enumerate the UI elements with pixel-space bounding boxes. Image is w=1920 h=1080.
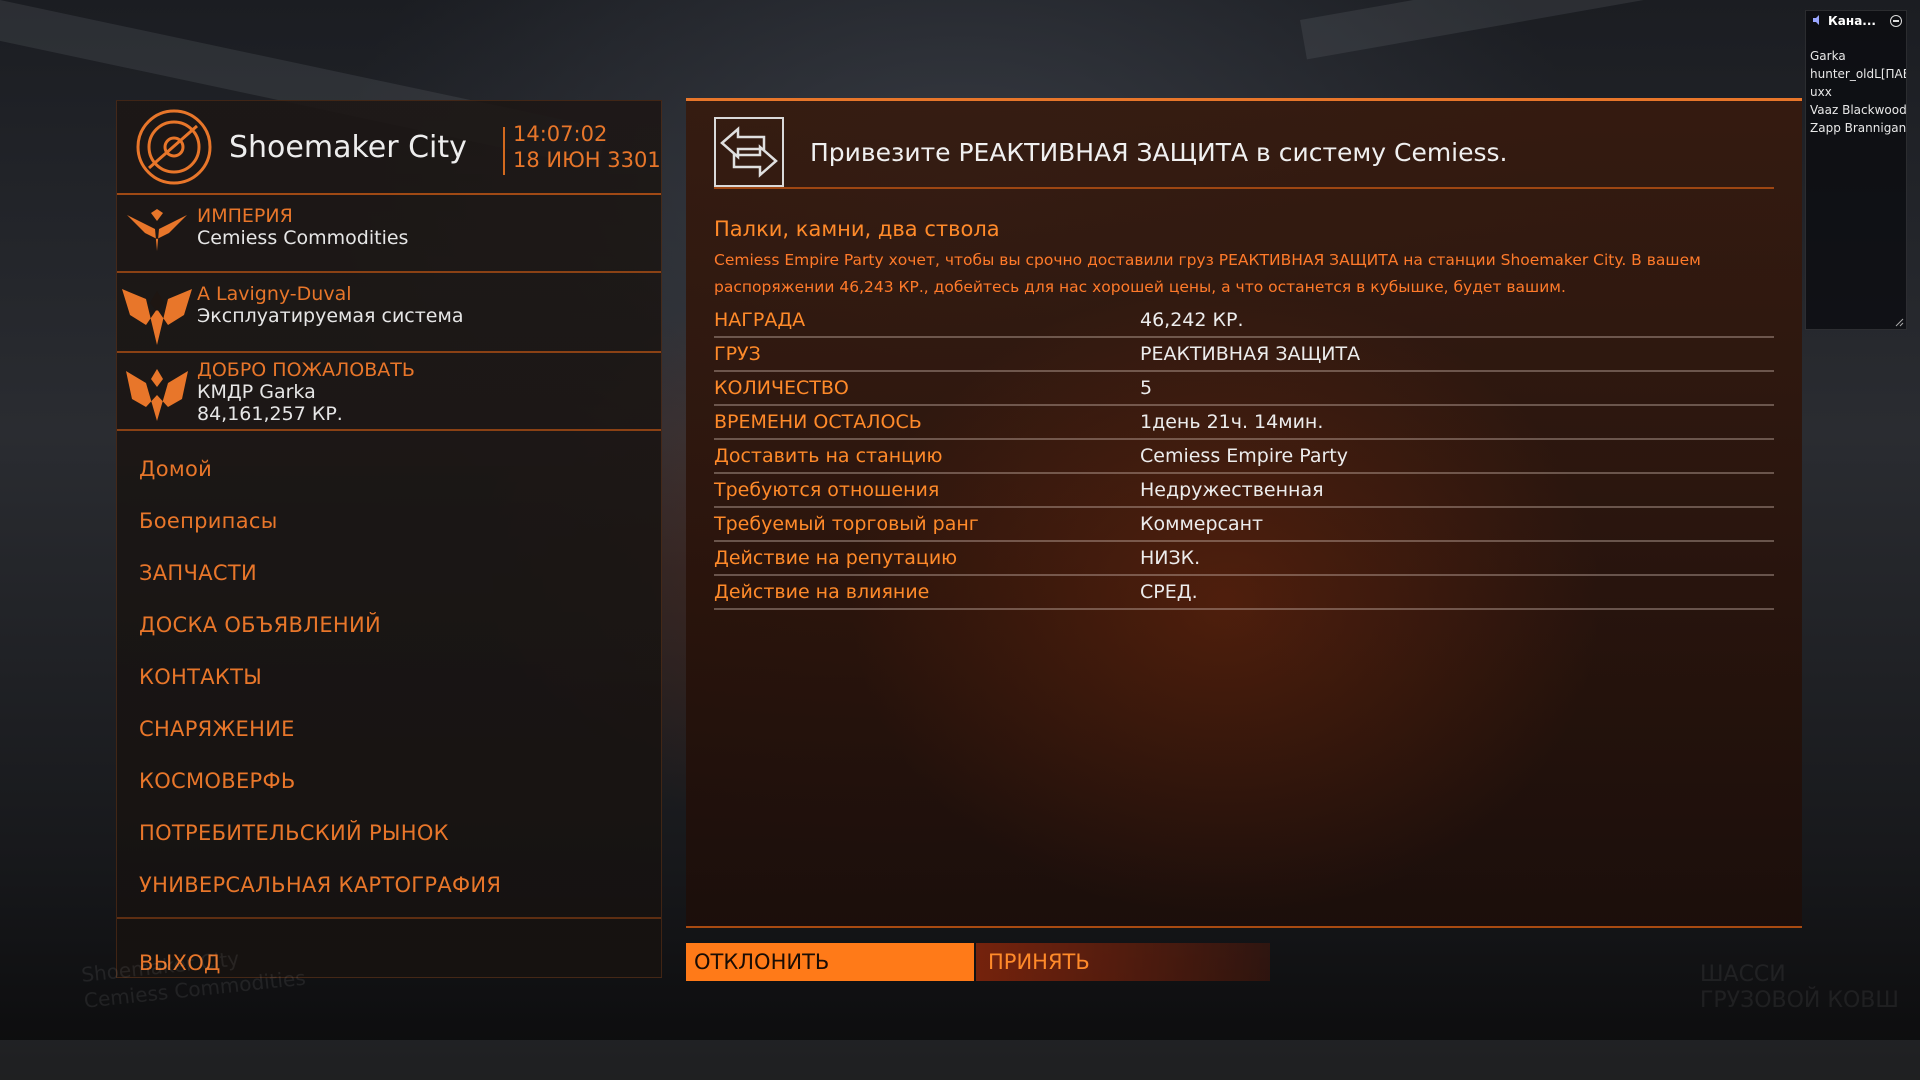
- nav-item-ammo[interactable]: Боеприпасы: [117, 495, 661, 547]
- detail-label: Действие на репутацию: [714, 547, 958, 569]
- credits-balance: 84,161,257 КР.: [197, 403, 343, 425]
- station-services-panel: Shoemaker City 14:07:02 18 ИЮН 3301 ИМПЕ…: [116, 100, 662, 978]
- detail-value: 5: [1140, 377, 1153, 399]
- detail-row-quantity: КОЛИЧЕСТВО 5: [714, 372, 1774, 406]
- detail-value: РЕАКТИВНАЯ ЗАЩИТА: [1140, 343, 1361, 365]
- commander-name: КМДР Garka: [197, 381, 316, 403]
- clock: 14:07:02 18 ИЮН 3301: [513, 121, 661, 173]
- delivery-arrows-icon: [714, 117, 784, 187]
- detail-label: ГРУЗ: [714, 343, 761, 365]
- clock-date: 18 ИЮН 3301: [513, 148, 661, 172]
- detail-row-trade-rank: Требуемый торговый ранг Коммерсант: [714, 508, 1774, 542]
- chat-user[interactable]: Zapp Brannigan|: [1810, 119, 1906, 137]
- nav-item-outfitting[interactable]: СНАРЯЖЕНИЕ: [117, 703, 661, 755]
- detail-value: СРЕД.: [1140, 581, 1198, 603]
- chat-user-list: Garka hunter_oldL[ПАЕ uxx Vaaz Blackwood…: [1806, 31, 1906, 137]
- chat-user[interactable]: Garka: [1810, 47, 1906, 65]
- mission-title: Привезите РЕАКТИВНАЯ ЗАЩИТА в систему Ce…: [810, 137, 1508, 167]
- nav-divider: [117, 917, 661, 919]
- background-strut: [0, 1040, 1920, 1080]
- minimize-icon[interactable]: [1890, 15, 1902, 27]
- detail-value: 1день 21ч. 14мин.: [1140, 411, 1324, 433]
- mission-panel: Привезите РЕАКТИВНАЯ ЗАЩИТА в систему Ce…: [686, 98, 1802, 928]
- mission-header: Привезите РЕАКТИВНАЯ ЗАЩИТА в систему Ce…: [714, 117, 1774, 189]
- detail-row-reward: НАГРАДА 46,242 КР.: [714, 304, 1774, 338]
- nav-item-cartographics[interactable]: УНИВЕРСАЛЬНАЯ КАРТОГРАФИЯ: [117, 859, 661, 911]
- chat-title: Кана...: [1828, 14, 1876, 28]
- hud-landing-gear: ШАССИ: [1700, 962, 1786, 987]
- rank-emblem-icon: [117, 353, 197, 423]
- services-menu: Домой Боеприпасы ЗАПЧАСТИ ДОСКА ОБЪЯВЛЕН…: [117, 431, 661, 989]
- decline-button[interactable]: ОТКЛОНИТЬ: [686, 943, 974, 981]
- detail-label: Требуются отношения: [714, 479, 940, 501]
- station-name: Shoemaker City: [229, 129, 467, 165]
- background-hud-status: ШАССИ ГРУЗОВОЙ КОВШ: [1700, 962, 1899, 1014]
- detail-row-influence-effect: Действие на влияние СРЕД.: [714, 576, 1774, 610]
- detail-value: НИЗК.: [1140, 547, 1201, 569]
- nav-item-repairs[interactable]: ЗАПЧАСТИ: [117, 547, 661, 599]
- detail-row-reputation-effect: Действие на репутацию НИЗК.: [714, 542, 1774, 576]
- chat-panel: Кана... Garka hunter_oldL[ПАЕ uxx Vaaz B…: [1805, 10, 1907, 330]
- nav-item-contacts[interactable]: КОНТАКТЫ: [117, 651, 661, 703]
- detail-label: ВРЕМЕНИ ОСТАЛОСЬ: [714, 411, 922, 433]
- detail-label: НАГРАДА: [714, 309, 806, 331]
- detail-row-time-left: ВРЕМЕНИ ОСТАЛОСЬ 1день 21ч. 14мин.: [714, 406, 1774, 440]
- nav-item-home[interactable]: Домой: [117, 443, 661, 495]
- action-divider: [686, 926, 1802, 928]
- empire-emblem-icon: [117, 195, 197, 253]
- hud-cargo-scoop: ГРУЗОВОЙ КОВШ: [1700, 988, 1899, 1013]
- welcome-greeting: ДОБРО ПОЖАЛОВАТЬ: [197, 359, 415, 381]
- detail-row-cargo: ГРУЗ РЕАКТИВНАЯ ЗАЩИТА: [714, 338, 1774, 372]
- system-state: Эксплуатируемая система: [197, 305, 464, 327]
- station-emblem-icon: [135, 108, 213, 186]
- empire-wings-icon: [117, 273, 197, 347]
- station-header: Shoemaker City 14:07:02 18 ИЮН 3301: [117, 101, 661, 195]
- chat-user[interactable]: hunter_oldL[ПАЕ: [1810, 65, 1906, 83]
- clock-time: 14:07:02: [513, 122, 608, 146]
- chat-user[interactable]: uxx: [1810, 83, 1906, 101]
- detail-value: Cemiess Empire Party: [1140, 445, 1348, 467]
- detail-row-destination: Доставить на станцию Cemiess Empire Part…: [714, 440, 1774, 474]
- mission-details: НАГРАДА 46,242 КР. ГРУЗ РЕАКТИВНАЯ ЗАЩИТ…: [714, 304, 1774, 610]
- detail-label: Доставить на станцию: [714, 445, 943, 467]
- accept-button[interactable]: ПРИНЯТЬ: [976, 943, 1270, 981]
- system-info: A Lavigny-Duval Эксплуатируемая система: [117, 273, 661, 353]
- faction-name: Cemiess Commodities: [197, 227, 409, 249]
- mission-subtitle: Палки, камни, два ствола: [714, 217, 1000, 241]
- background-hud-station: Shoemaker City Cemiess Commodities: [80, 939, 307, 1014]
- system-owner: A Lavigny-Duval: [197, 283, 352, 305]
- nav-item-commodity-market[interactable]: ПОТРЕБИТЕЛЬСКИЙ РЫНОК: [117, 807, 661, 859]
- detail-value: Недружественная: [1140, 479, 1324, 501]
- detail-row-required-standing: Требуются отношения Недружественная: [714, 474, 1774, 508]
- chat-user[interactable]: Vaaz Blackwood: [1810, 101, 1906, 119]
- nav-item-bulletin-board[interactable]: ДОСКА ОБЪЯВЛЕНИЙ: [117, 599, 661, 651]
- detail-label: КОЛИЧЕСТВО: [714, 377, 849, 399]
- detail-label: Требуемый торговый ранг: [714, 513, 979, 535]
- welcome-info: ДОБРО ПОЖАЛОВАТЬ КМДР Garka 84,161,257 К…: [117, 353, 661, 431]
- detail-label: Действие на влияние: [714, 581, 930, 603]
- resize-handle-icon[interactable]: [1894, 317, 1904, 327]
- faction-info: ИМПЕРИЯ Cemiess Commodities: [117, 195, 661, 273]
- nav-item-shipyard[interactable]: КОСМОВЕРФЬ: [117, 755, 661, 807]
- detail-value: 46,242 КР.: [1140, 309, 1244, 331]
- header-divider: [503, 127, 505, 175]
- mission-description: Cemiess Empire Party хочет, чтобы вы сро…: [714, 251, 1701, 296]
- faction-allegiance: ИМПЕРИЯ: [197, 205, 293, 227]
- detail-value: Коммерсант: [1140, 513, 1264, 535]
- chat-titlebar[interactable]: Кана...: [1806, 11, 1906, 31]
- speaker-icon: [1813, 15, 1819, 25]
